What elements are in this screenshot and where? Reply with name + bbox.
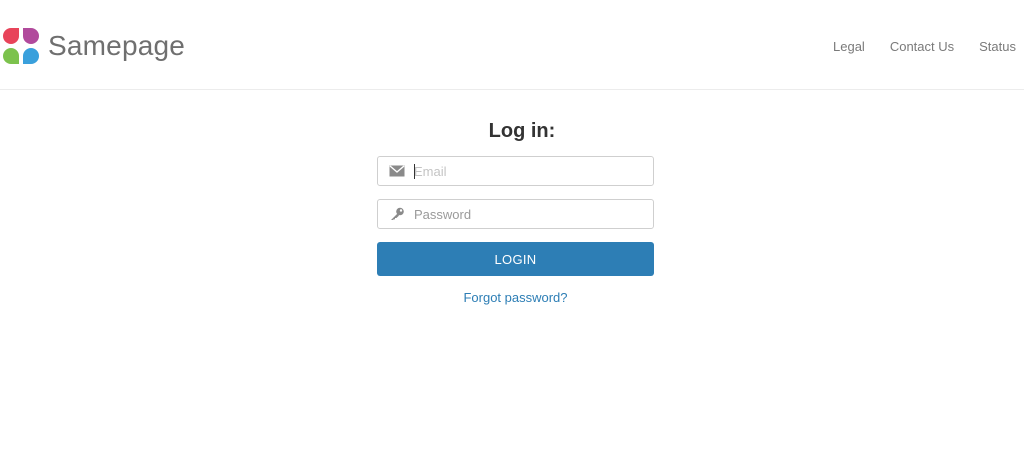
- email-field[interactable]: [377, 156, 654, 186]
- top-nav: Legal Contact Us Status: [833, 39, 1016, 55]
- text-caret: [414, 164, 415, 179]
- brand-name: Samepage: [48, 30, 186, 61]
- nav-link-status[interactable]: Status: [979, 39, 1016, 55]
- envelope-icon: [389, 165, 405, 177]
- password-field[interactable]: [377, 199, 654, 229]
- forgot-password-link[interactable]: Forgot password?: [377, 290, 654, 305]
- logo[interactable]: Samepage: [3, 28, 185, 64]
- password-input[interactable]: [414, 200, 644, 228]
- header: Samepage Legal Contact Us Status: [0, 0, 1024, 90]
- nav-link-contact-us[interactable]: Contact Us: [890, 39, 954, 55]
- key-icon: [391, 207, 404, 220]
- login-title: Log in:: [488, 120, 556, 142]
- login-form: Log in: LOGIN Forgot password?: [377, 118, 654, 305]
- email-input[interactable]: [414, 157, 644, 185]
- login-button[interactable]: LOGIN: [377, 242, 654, 276]
- nav-link-legal[interactable]: Legal: [833, 39, 865, 55]
- samepage-logo-icon: [3, 28, 39, 64]
